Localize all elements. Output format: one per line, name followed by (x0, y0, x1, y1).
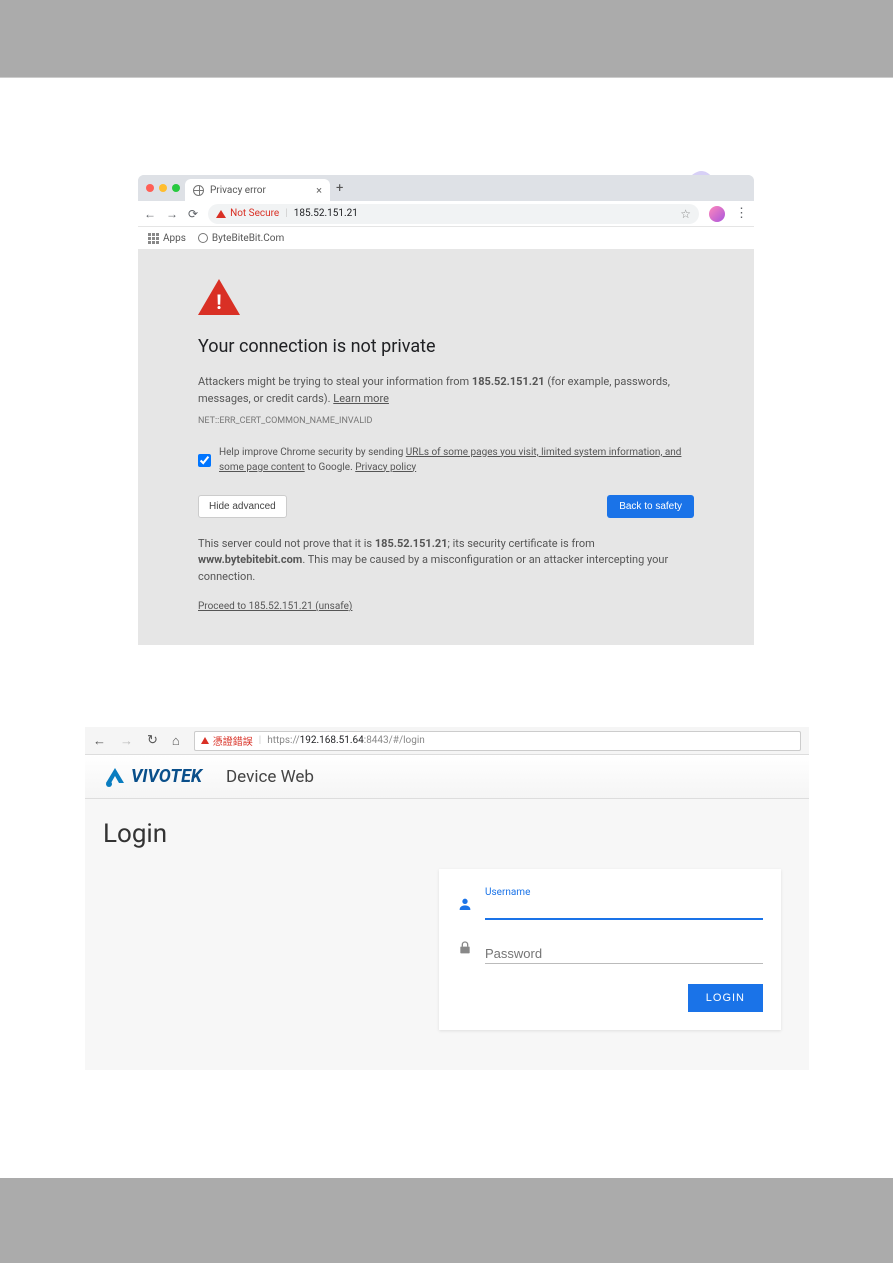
button-row: Hide advanced Back to safety (198, 495, 694, 518)
logo-icon (103, 765, 127, 789)
secondary-browser-window: ← → ↻ ⌂ 憑證錯誤 | https://192.168.51.64:844… (85, 727, 809, 1070)
bookmark-label: ByteBiteBit.Com (212, 233, 284, 244)
back-button[interactable]: ← (144, 207, 156, 221)
address-bar[interactable]: 憑證錯誤 | https://192.168.51.64:8443/#/logi… (194, 731, 801, 751)
close-window-icon[interactable] (146, 184, 154, 192)
maximize-window-icon[interactable] (172, 184, 180, 192)
login-button[interactable]: LOGIN (688, 984, 763, 1012)
close-tab-icon[interactable]: × (316, 184, 322, 197)
username-label: Username (485, 887, 763, 898)
error-heading: Your connection is not private (198, 333, 694, 360)
separator: | (285, 208, 287, 219)
bookmark-item[interactable]: ByteBiteBit.Com (198, 233, 284, 244)
bookmarks-bar: Apps ByteBiteBit.Com (138, 227, 754, 249)
password-input[interactable] (485, 944, 763, 964)
error-code: NET::ERR_CERT_COMMON_NAME_INVALID (198, 415, 694, 429)
privacy-policy-link[interactable]: Privacy policy (355, 462, 416, 473)
forward-button[interactable]: → (120, 733, 133, 749)
toolbar: ← → ↻ ⌂ 憑證錯誤 | https://192.168.51.64:844… (85, 727, 809, 755)
warning-triangle-large-icon: ! (198, 279, 240, 315)
profile-avatar[interactable] (709, 206, 725, 222)
reload-button[interactable]: ↻ (147, 733, 158, 748)
home-button[interactable]: ⌂ (172, 733, 180, 749)
app-header: VIVOTEK Device Web (85, 755, 809, 799)
new-tab-button[interactable]: + (336, 181, 343, 196)
menu-kebab-icon[interactable]: ⋮ (735, 206, 748, 221)
user-icon (457, 896, 475, 920)
cert-error-label: 憑證錯誤 (213, 733, 253, 748)
warning-triangle-icon (201, 737, 209, 744)
minimize-window-icon[interactable] (159, 184, 167, 192)
learn-more-link[interactable]: Learn more (333, 392, 389, 405)
toolbar: ← → ⟳ Not Secure | 185.52.151.21 ☆ ⋮ (138, 201, 754, 227)
apps-label: Apps (163, 233, 186, 244)
login-card: Username LOGIN (439, 869, 781, 1030)
back-button[interactable]: ← (93, 733, 106, 749)
window-controls (144, 184, 185, 192)
advanced-info: This server could not prove that it is 1… (198, 536, 694, 586)
back-to-safety-button[interactable]: Back to safety (607, 495, 694, 518)
tab-strip: Privacy error × + (138, 175, 754, 201)
vivotek-logo[interactable]: VIVOTEK (103, 765, 202, 789)
security-indicator[interactable]: Not Secure (216, 208, 279, 219)
page-title: Device Web (226, 767, 314, 787)
cert-error-indicator[interactable]: 憑證錯誤 (201, 733, 253, 748)
apps-shortcut[interactable]: Apps (148, 233, 186, 244)
separator: | (259, 735, 261, 746)
lock-icon (457, 940, 475, 964)
login-page: Login Username LOGIN (85, 799, 809, 1070)
chrome-window: Privacy error × + ← → ⟳ Not Secure | 185… (138, 175, 754, 645)
browser-tab[interactable]: Privacy error × (185, 179, 330, 201)
reload-button[interactable]: ⟳ (188, 207, 198, 221)
warning-triangle-icon (216, 210, 226, 218)
password-row (457, 940, 763, 964)
proceed-unsafe-link[interactable]: Proceed to 185.52.151.21 (unsafe) (198, 599, 352, 614)
help-improve-checkbox[interactable] (198, 446, 211, 475)
help-improve-row: Help improve Chrome security by sending … (198, 445, 694, 475)
error-paragraph: Attackers might be trying to steal your … (198, 374, 694, 407)
login-heading: Login (103, 819, 791, 849)
bookmark-star-icon[interactable]: ☆ (680, 207, 691, 221)
username-row: Username (457, 887, 763, 920)
forward-button[interactable]: → (166, 207, 178, 221)
hide-advanced-button[interactable]: Hide advanced (198, 495, 287, 518)
privacy-error-content: ! Your connection is not private Attacke… (138, 249, 754, 645)
username-input[interactable] (485, 899, 763, 920)
logo-text: VIVOTEK (131, 766, 202, 787)
url-text: 185.52.151.21 (294, 208, 358, 219)
address-bar[interactable]: Not Secure | 185.52.151.21 ☆ (208, 204, 699, 224)
apps-grid-icon (148, 233, 159, 244)
globe-icon (198, 233, 208, 243)
tab-title: Privacy error (210, 185, 266, 196)
not-secure-label: Not Secure (230, 208, 279, 219)
globe-icon (193, 185, 204, 196)
url-text: https://192.168.51.64:8443/#/login (267, 735, 425, 746)
